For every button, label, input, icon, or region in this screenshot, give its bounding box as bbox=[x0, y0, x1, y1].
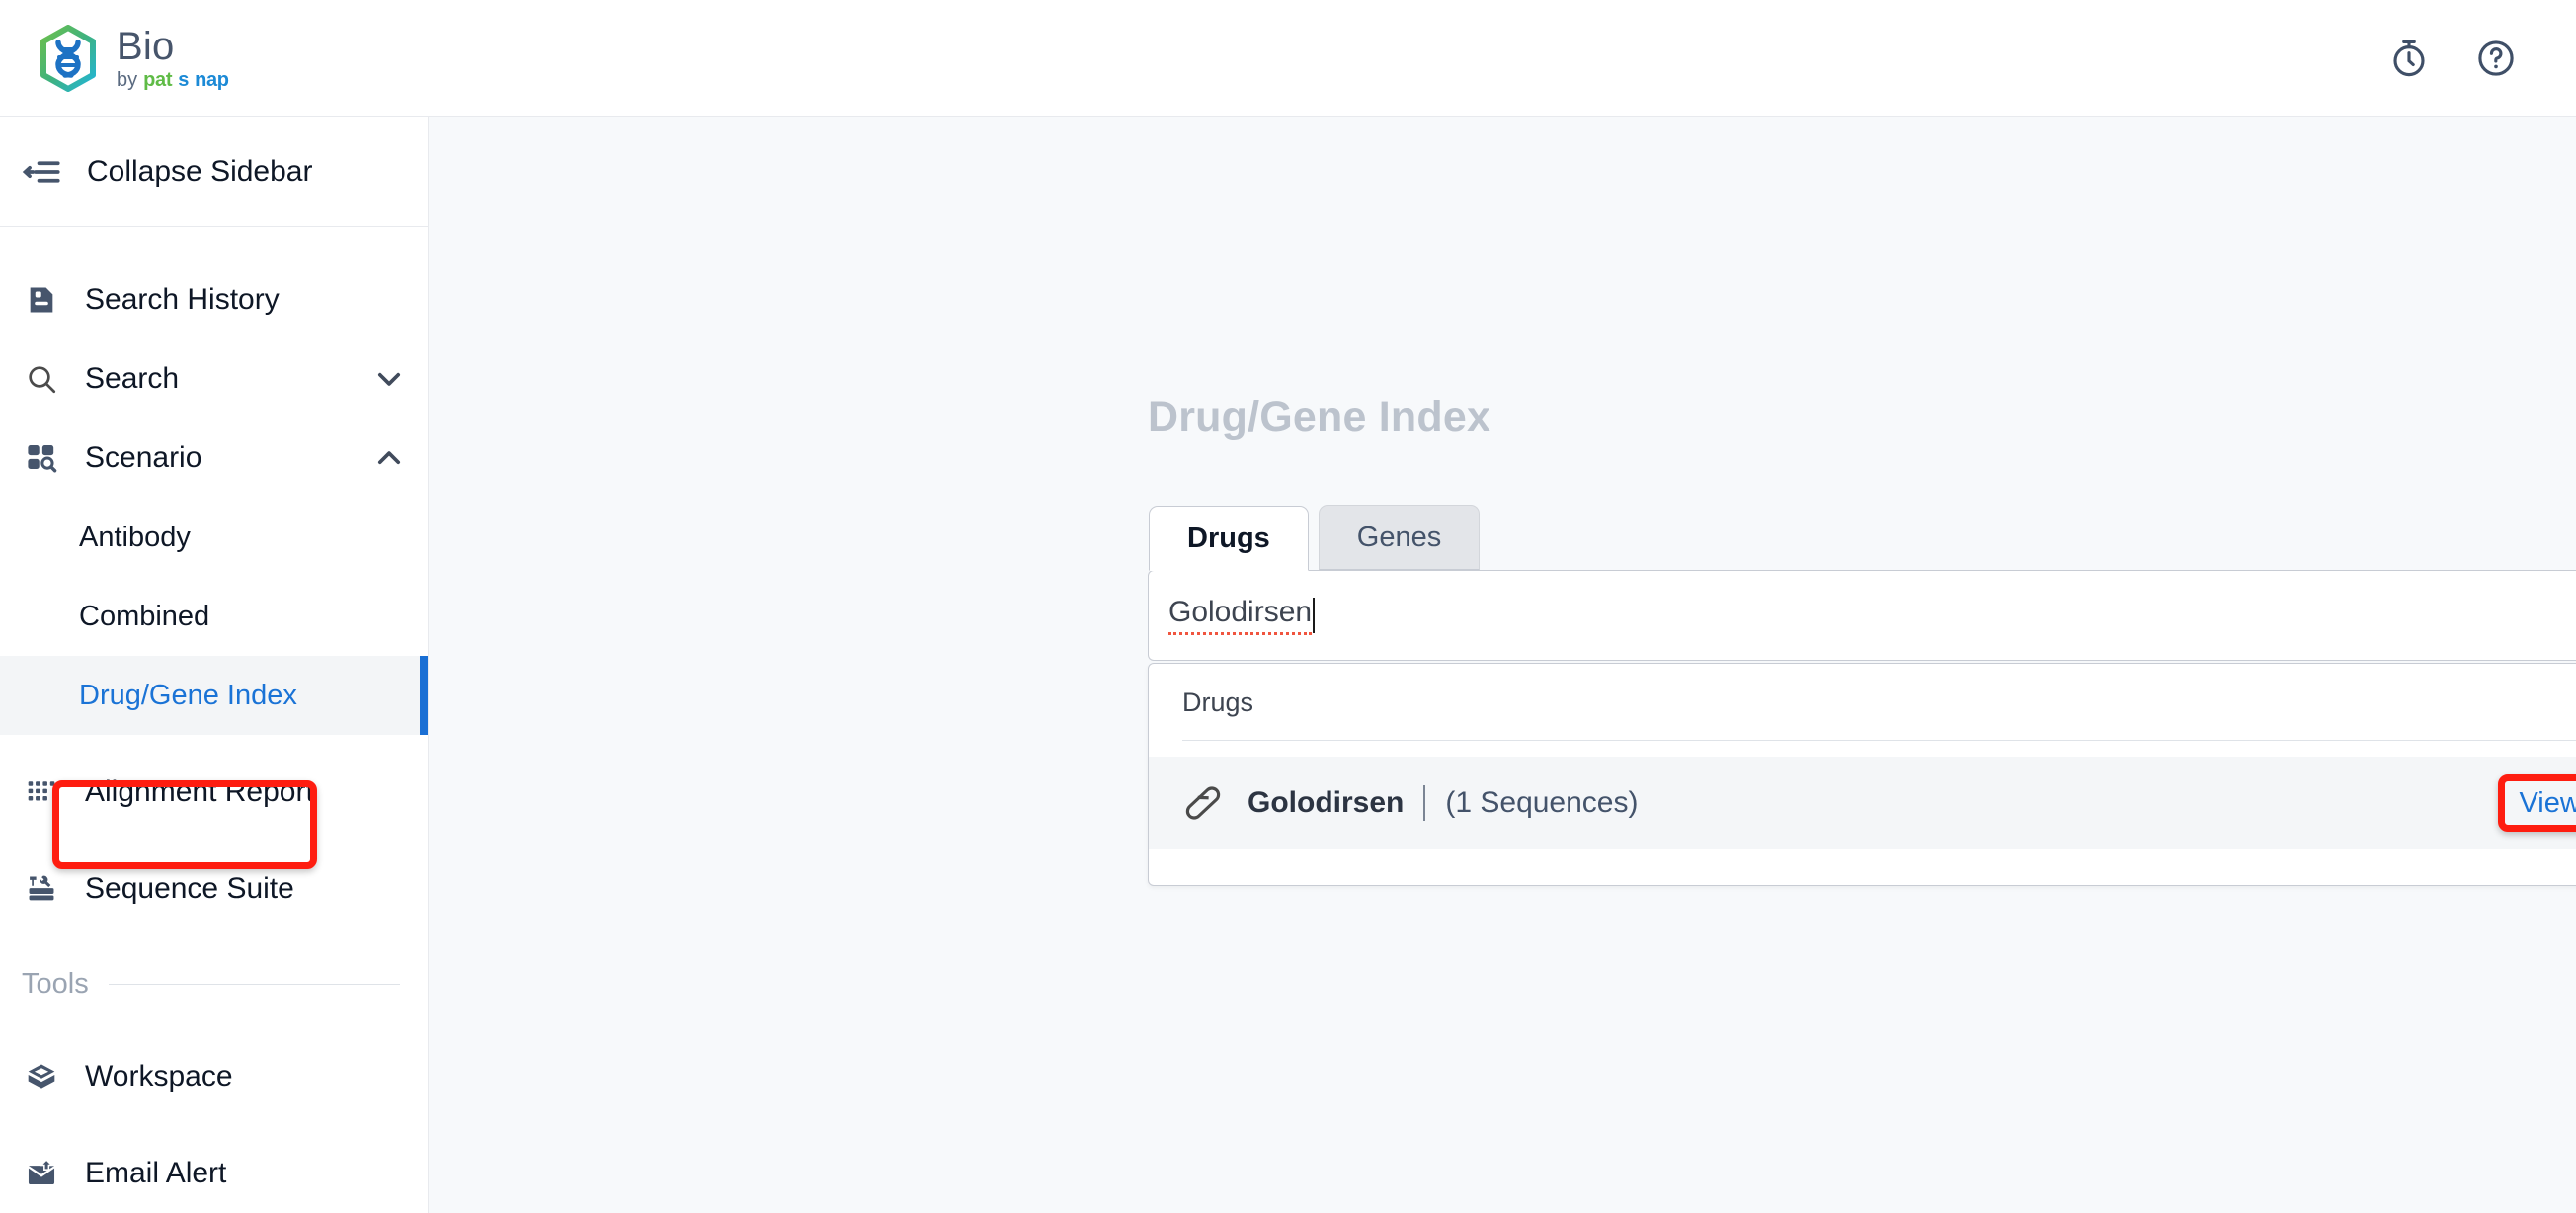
sidebar-item-label: Search History bbox=[85, 283, 280, 316]
tab-genes[interactable]: Genes bbox=[1318, 505, 1481, 570]
dropdown-divider bbox=[1182, 740, 2576, 741]
alignment-report-icon bbox=[22, 772, 61, 812]
stopwatch-icon[interactable] bbox=[2388, 38, 2430, 79]
sequence-suite-icon bbox=[22, 869, 61, 909]
app-root: Bio by pat s nap Collapse Sidebar Search… bbox=[0, 0, 2576, 1213]
dropdown-section-header: Drugs bbox=[1182, 687, 1254, 717]
tab-drugs[interactable]: Drugs bbox=[1149, 506, 1309, 571]
brand-nap: nap bbox=[195, 68, 229, 91]
sidebar-item-label: Antibody bbox=[79, 521, 191, 553]
brand-pat: pat bbox=[143, 68, 173, 91]
sidebar: Collapse Sidebar Search History Search S… bbox=[0, 117, 429, 1213]
main-content: Drug/Gene Index Drugs Genes Golodirsen D… bbox=[429, 117, 2576, 1213]
sidebar-item-label: Scenario bbox=[85, 442, 202, 474]
sidebar-nav: Search History Search Scenario Antibody … bbox=[0, 227, 428, 1213]
top-bar: Bio by pat s nap bbox=[0, 0, 2576, 117]
brand-by: by bbox=[117, 68, 138, 91]
sidebar-item-scenario[interactable]: Scenario bbox=[0, 419, 428, 498]
dna-hexagon-logo-icon bbox=[40, 24, 96, 92]
brand-subtitle: by pat s nap bbox=[117, 70, 229, 90]
search-row: Golodirsen Search bbox=[1148, 570, 2576, 661]
section-divider bbox=[108, 983, 400, 985]
scenario-grid-icon bbox=[22, 439, 61, 478]
sidebar-item-label: Sequence Suite bbox=[85, 872, 294, 905]
sidebar-item-label: Drug/Gene Index bbox=[79, 679, 297, 711]
topbar-actions bbox=[2388, 38, 2538, 79]
brand-logo-block[interactable]: Bio by pat s nap bbox=[38, 24, 229, 92]
pill-capsule-icon bbox=[1185, 786, 1221, 820]
sidebar-item-label: Search bbox=[85, 363, 180, 395]
search-history-icon bbox=[22, 281, 61, 320]
text-caret bbox=[1313, 598, 1316, 633]
page-title: Drug/Gene Index bbox=[1148, 393, 1491, 441]
sidebar-item-label: Email Alert bbox=[85, 1157, 227, 1189]
list-item[interactable]: Golodirsen (1 Sequences) View Detail bbox=[1149, 757, 2576, 849]
chevron-down-icon[interactable] bbox=[372, 363, 406, 396]
sidebar-item-antibody[interactable]: Antibody bbox=[0, 498, 428, 577]
sidebar-item-alignment-report[interactable]: Alignment Report bbox=[0, 753, 428, 832]
tools-section-header: Tools bbox=[0, 942, 428, 1025]
collapse-sidebar-label: Collapse Sidebar bbox=[87, 154, 313, 188]
collapse-sidebar-icon bbox=[22, 160, 60, 183]
collapse-sidebar-button[interactable]: Collapse Sidebar bbox=[0, 117, 428, 227]
search-input[interactable]: Golodirsen bbox=[1148, 570, 2576, 661]
tab-label: Drugs bbox=[1187, 522, 1270, 554]
tab-bar: Drugs Genes bbox=[1149, 505, 2576, 571]
brand-text: Bio by pat s nap bbox=[117, 27, 229, 90]
tab-label: Genes bbox=[1356, 521, 1442, 553]
sidebar-item-label: Alignment Report bbox=[85, 775, 314, 808]
search-input-value: Golodirsen bbox=[1168, 596, 1313, 635]
result-sequence-count: (1 Sequences) bbox=[1445, 786, 1639, 819]
sidebar-item-label: Workspace bbox=[85, 1060, 233, 1092]
view-detail-button[interactable]: View Detail bbox=[2519, 787, 2576, 820]
body-row: Collapse Sidebar Search History Search S… bbox=[0, 117, 2576, 1213]
sidebar-item-drug-gene-index[interactable]: Drug/Gene Index bbox=[0, 656, 428, 735]
email-alert-icon bbox=[22, 1154, 61, 1193]
workspace-cube-icon bbox=[22, 1057, 61, 1096]
sidebar-item-sequence-suite[interactable]: Sequence Suite bbox=[0, 849, 428, 929]
brand-title: Bio bbox=[117, 24, 175, 68]
sidebar-item-label: Combined bbox=[79, 600, 210, 632]
sidebar-item-combined[interactable]: Combined bbox=[0, 577, 428, 656]
tools-section-title: Tools bbox=[22, 967, 89, 1000]
search-suggestions-dropdown: Drugs Golodirsen (1 Sequences) View Deta… bbox=[1148, 663, 2576, 886]
help-circle-icon[interactable] bbox=[2475, 38, 2517, 79]
brand-s: s bbox=[178, 68, 190, 91]
result-drug-name: Golodirsen bbox=[1248, 786, 1405, 819]
sidebar-item-search[interactable]: Search bbox=[0, 340, 428, 419]
sidebar-item-email-alert[interactable]: Email Alert bbox=[0, 1134, 428, 1213]
chevron-up-icon[interactable] bbox=[372, 442, 406, 475]
sidebar-item-workspace[interactable]: Workspace bbox=[0, 1037, 428, 1116]
search-icon bbox=[22, 360, 61, 399]
main-inner: Drug/Gene Index Drugs Genes Golodirsen D… bbox=[429, 117, 2576, 886]
sidebar-item-search-history[interactable]: Search History bbox=[0, 261, 428, 340]
result-divider bbox=[1423, 785, 1426, 821]
